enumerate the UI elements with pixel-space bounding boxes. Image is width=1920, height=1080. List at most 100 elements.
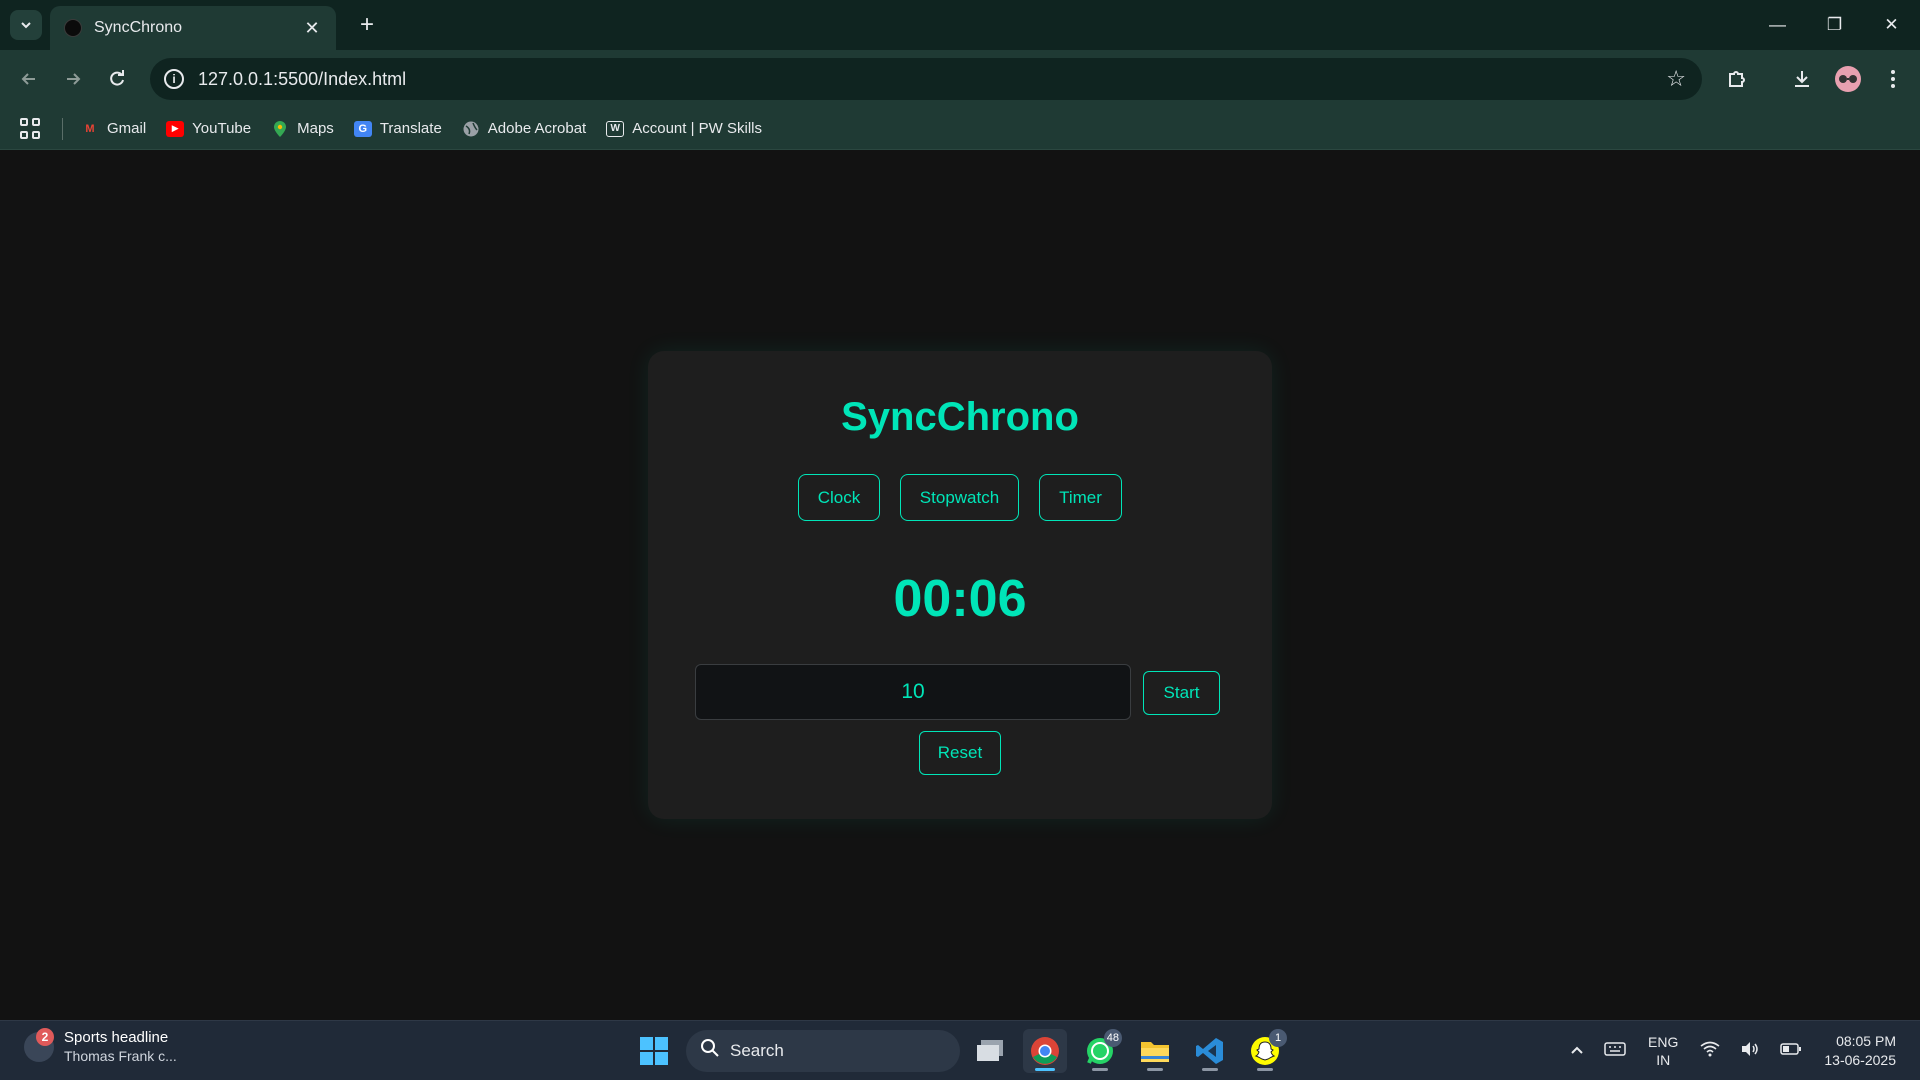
address-bar[interactable]: i 127.0.0.1:5500/Index.html ☆ [150,58,1702,100]
clock-date: 13-06-2025 [1824,1052,1896,1068]
reload-button[interactable] [102,64,132,94]
app-title: SyncChrono [841,395,1079,439]
start-button[interactable]: Start [1143,671,1220,715]
vscode-app[interactable] [1188,1029,1232,1073]
gmail-icon: M [85,122,95,135]
volume-icon[interactable] [1740,1041,1760,1062]
profile-avatar[interactable] [1835,66,1861,92]
widget-badge: 2 [36,1027,54,1046]
bookmark-label: YouTube [192,120,252,137]
arrow-right-icon [67,73,81,85]
site-info-icon[interactable]: i [164,69,184,89]
page-viewport: SyncChrono Clock Stopwatch Timer 00:06 S… [0,151,1920,1020]
minimize-button[interactable]: — [1749,0,1806,50]
region-code: IN [1656,1052,1671,1068]
arrow-left-icon [21,73,35,85]
url-text[interactable]: 127.0.0.1:5500/Index.html [198,69,1666,90]
bookmark-gmail[interactable]: M Gmail [81,120,146,137]
restore-button[interactable]: ❐ [1806,0,1863,50]
reload-icon [110,70,124,86]
task-view-app[interactable] [968,1029,1012,1073]
tab-close-icon[interactable]: ✕ [302,18,322,39]
language-indicator[interactable]: ENG IN [1648,1033,1678,1069]
maps-icon [271,120,289,137]
time-display: 00:06 [893,570,1027,628]
stopwatch-mode-button[interactable]: Stopwatch [900,474,1019,521]
chrome-icon [1031,1037,1059,1065]
bookmark-label: Adobe Acrobat [487,120,587,137]
whatsapp-badge: 48 [1103,1029,1122,1047]
apps-grid-icon[interactable] [20,117,42,140]
bookmarks-bar: M Gmail ▶ YouTube Maps G Translate Adobe… [0,108,1920,150]
tab-favicon-icon [64,19,82,37]
bookmark-pw-skills[interactable]: W Account | PW Skills [606,120,762,137]
clock-time: 08:05 PM [1836,1033,1896,1049]
bookmark-star-icon[interactable]: ☆ [1666,66,1686,92]
downloads-button[interactable] [1787,64,1817,94]
pw-skills-icon: W [606,120,625,137]
wifi-icon[interactable] [1700,1041,1720,1062]
chrome-app[interactable] [1023,1029,1067,1073]
taskbar: 2 Sports headline Thomas Frank c... Sear… [0,1020,1920,1080]
forward-button[interactable] [58,64,88,94]
keyboard-icon[interactable] [1604,1041,1626,1062]
bookmark-label: Translate [379,120,442,137]
whatsapp-app[interactable]: 48 [1078,1029,1122,1073]
folder-icon [1141,1042,1169,1062]
bookmark-translate[interactable]: G Translate [353,120,442,137]
puzzle-icon [1729,71,1745,87]
snapchat-app[interactable]: 1 [1243,1029,1287,1073]
running-indicator [1092,1068,1108,1071]
browser-toolbar: i 127.0.0.1:5500/Index.html ☆ [0,50,1920,108]
news-widget[interactable]: 2 Sports headline Thomas Frank c... [24,1027,177,1064]
reset-button[interactable]: Reset [919,731,1001,775]
close-window-button[interactable]: ✕ [1863,0,1920,50]
chevron-down-icon [21,22,31,29]
youtube-icon: ▶ [166,120,185,137]
bookmark-adobe-acrobat[interactable]: Adobe Acrobat [462,120,586,137]
more-vert-icon [1891,70,1895,88]
task-view-icon [977,1040,1003,1061]
running-indicator [1257,1068,1273,1071]
vscode-icon [1196,1038,1223,1064]
bookmarks-divider [62,117,63,140]
search-icon [700,1038,720,1064]
snapchat-badge: 1 [1269,1029,1287,1047]
clock-mode-button[interactable]: Clock [798,474,880,521]
bookmark-label: Gmail [107,120,147,137]
taskbar-search-placeholder: Search [730,1041,784,1060]
window-controls: — ❐ ✕ [1749,0,1920,50]
globe-icon [462,121,480,137]
tab-title: SyncChrono [94,19,183,36]
system-clock[interactable]: 08:05 PM 13-06-2025 [1824,1032,1896,1070]
timer-seconds-input[interactable] [695,664,1131,720]
syncchrono-card: SyncChrono Clock Stopwatch Timer 00:06 S… [648,351,1272,819]
back-button[interactable] [14,64,44,94]
browser-tab-bar: SyncChrono ✕ + — ❐ ✕ [0,0,1920,50]
extensions-button[interactable] [1722,64,1752,94]
sunglasses-icon [1839,75,1857,83]
chevron-up-icon[interactable] [1570,1042,1584,1060]
browser-tab-active[interactable]: SyncChrono ✕ [50,6,336,50]
translate-icon: G [353,120,372,137]
running-indicator [1202,1068,1218,1071]
bookmark-label: Account | PW Skills [632,120,762,137]
sports-icon: 2 [24,1027,54,1062]
file-explorer-app[interactable] [1133,1029,1177,1073]
bookmark-label: Maps [297,120,334,137]
tab-search-button[interactable] [10,10,42,40]
menu-button[interactable] [1878,64,1908,94]
timer-mode-button[interactable]: Timer [1039,474,1122,521]
bookmark-youtube[interactable]: ▶ YouTube [166,120,251,137]
language-code: ENG [1648,1034,1679,1050]
widget-headline: Sports headline [64,1029,169,1046]
widget-subtitle: Thomas Frank c... [64,1048,177,1064]
new-tab-button[interactable]: + [352,10,382,40]
taskbar-search[interactable]: Search [686,1030,960,1072]
system-tray: ENG IN 08:05 PM 13-06-2025 [1560,1021,1920,1080]
windows-start-icon[interactable] [640,1037,668,1065]
battery-icon[interactable] [1780,1042,1802,1061]
running-indicator [1147,1068,1163,1071]
bookmark-maps[interactable]: Maps [271,120,334,137]
active-indicator [1035,1068,1055,1071]
